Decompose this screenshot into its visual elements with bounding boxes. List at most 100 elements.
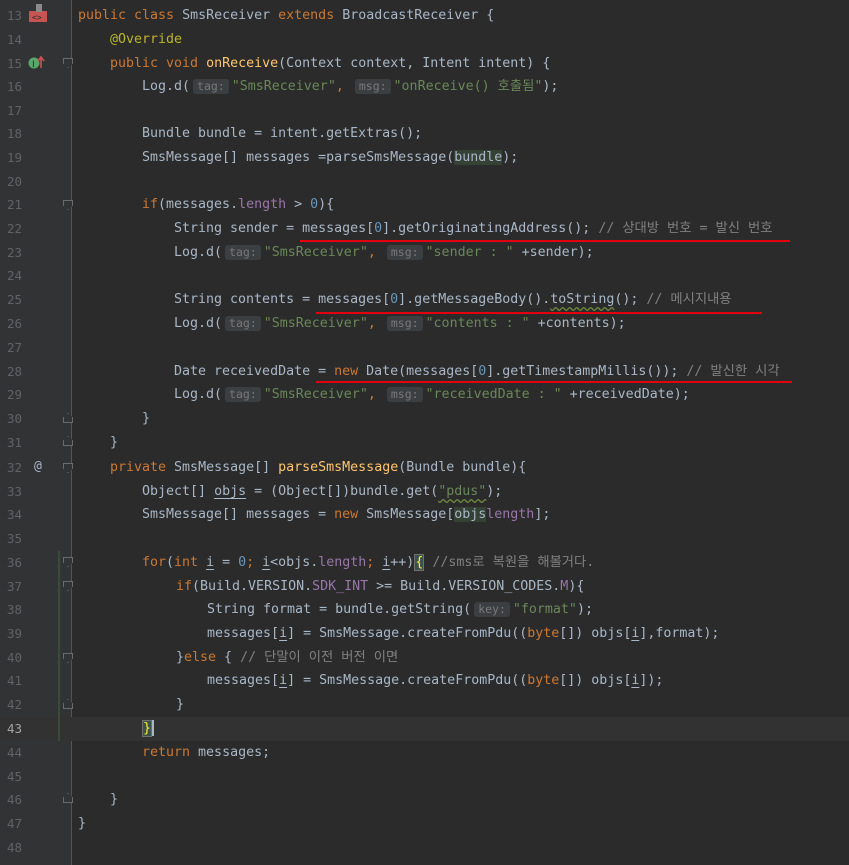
code-line[interactable]: 37 if(Build.VERSION.SDK_INT >= Build.VER… bbox=[0, 575, 849, 599]
code-text[interactable]: public class SmsReceiver extends Broadca… bbox=[78, 4, 494, 28]
line-number: 34 bbox=[6, 507, 22, 522]
code-line[interactable]: 44 return messages; bbox=[0, 741, 849, 765]
code-line[interactable]: 14 @Override bbox=[0, 28, 849, 52]
code-text[interactable]: String format = bundle.getString(key: "fo… bbox=[207, 598, 593, 622]
param-hint: msg: bbox=[386, 316, 423, 331]
code-text[interactable]: if(Build.VERSION.SDK_INT >= Build.VERSIO… bbox=[176, 575, 584, 599]
code-text[interactable]: String sender = messages[0].getOriginati… bbox=[174, 217, 772, 241]
code-line[interactable]: 32 private SmsMessage[] parseSmsMessage(… bbox=[0, 456, 849, 480]
code-line[interactable]: 30 } bbox=[0, 407, 849, 431]
code-line[interactable]: 27 bbox=[0, 336, 849, 360]
code-text[interactable]: SmsMessage[] messages = new SmsMessage[o… bbox=[142, 503, 550, 527]
code-text[interactable]: if(messages.length > 0){ bbox=[142, 193, 334, 217]
code-text[interactable]: messages[i] = SmsMessage.createFromPdu((… bbox=[207, 622, 719, 646]
code-text[interactable]: return messages; bbox=[142, 741, 270, 765]
code-text[interactable]: String contents = messages[0].getMessage… bbox=[174, 288, 732, 312]
line-number: 43 bbox=[6, 721, 22, 736]
code-line[interactable]: 18 Bundle bundle = intent.getExtras(); bbox=[0, 122, 849, 146]
code-text[interactable]: } bbox=[110, 431, 118, 455]
param-hint: msg: bbox=[386, 245, 423, 260]
code-line[interactable]: 17 bbox=[0, 99, 849, 123]
code-line[interactable]: 38 String format = bundle.getString(key:… bbox=[0, 598, 849, 622]
code-line[interactable]: 47 } bbox=[0, 812, 849, 836]
code-line[interactable]: 46 } bbox=[0, 788, 849, 812]
code-text[interactable]: Log.d(tag: "SmsReceiver", msg: "contents :… bbox=[174, 312, 626, 336]
code-line[interactable]: 26 Log.d(tag: "SmsReceiver", msg: "content… bbox=[0, 312, 849, 336]
code-line[interactable]: 25 String contents = messages[0].getMess… bbox=[0, 288, 849, 312]
code-text[interactable]: @Override bbox=[110, 28, 182, 52]
red-annotation-underline bbox=[316, 312, 762, 314]
param-hint: tag: bbox=[225, 245, 261, 260]
param-hint: msg: bbox=[386, 387, 423, 402]
param-hint: key: bbox=[474, 602, 510, 617]
line-number: 31 bbox=[6, 435, 22, 450]
line-number: 39 bbox=[6, 626, 22, 641]
code-line[interactable]: 15 public void onReceive(Context context… bbox=[0, 52, 849, 76]
code-text[interactable]: } bbox=[142, 407, 150, 431]
line-number: 16 bbox=[6, 79, 22, 94]
code-line[interactable]: 23 Log.d(tag: "SmsReceiver", msg: "sender … bbox=[0, 241, 849, 265]
code-text[interactable]: } bbox=[110, 788, 118, 812]
code-text[interactable]: Bundle bundle = intent.getExtras(); bbox=[142, 122, 422, 146]
line-number: 45 bbox=[6, 769, 22, 784]
line-number: 44 bbox=[6, 745, 22, 760]
code-text[interactable]: private SmsMessage[] parseSmsMessage(Bun… bbox=[110, 456, 526, 480]
code-line[interactable]: 33 Object[] objs = (Object[])bundle.get(… bbox=[0, 480, 849, 504]
red-annotation-underline bbox=[316, 381, 792, 383]
code-line[interactable]: 34 SmsMessage[] messages = new SmsMessag… bbox=[0, 503, 849, 527]
param-hint: tag: bbox=[225, 387, 261, 402]
line-number: 20 bbox=[6, 174, 22, 189]
line-number: 14 bbox=[6, 32, 22, 47]
line-number: 17 bbox=[6, 103, 22, 118]
code-text[interactable]: SmsMessage[] messages =parseSmsMessage(b… bbox=[142, 146, 518, 170]
code-line[interactable]: 31 } bbox=[0, 431, 849, 455]
line-number: 38 bbox=[6, 602, 22, 617]
code-text[interactable]: public void onReceive(Context context, I… bbox=[110, 52, 550, 76]
code-editor[interactable]: <> I @ 13 public class SmsReceiver exten… bbox=[0, 0, 849, 865]
line-number: 25 bbox=[6, 292, 22, 307]
line-number: 22 bbox=[6, 221, 22, 236]
line-number: 26 bbox=[6, 316, 22, 331]
code-text[interactable]: }else { // 단말이 이전 버전 이면 bbox=[176, 646, 398, 670]
line-number: 47 bbox=[6, 816, 22, 831]
code-line[interactable]: 45 bbox=[0, 765, 849, 789]
line-number: 36 bbox=[6, 555, 22, 570]
code-text[interactable]: } bbox=[142, 717, 155, 741]
code-line[interactable]: 24 bbox=[0, 264, 849, 288]
code-line[interactable]: 48 bbox=[0, 836, 849, 860]
code-text[interactable]: Object[] objs = (Object[])bundle.get("pd… bbox=[142, 480, 502, 504]
code-text[interactable]: for(int i = 0; i<objs.length; i++){ //sm… bbox=[142, 551, 594, 575]
code-line[interactable]: 13 public class SmsReceiver extends Broa… bbox=[0, 4, 849, 28]
code-line[interactable]: 36 for(int i = 0; i<objs.length; i++){ /… bbox=[0, 551, 849, 575]
code-text[interactable]: Log.d(tag: "SmsReceiver", msg: "receivedDa… bbox=[174, 383, 690, 407]
code-line[interactable]: 35 bbox=[0, 527, 849, 551]
code-line[interactable]: 41 messages[i] = SmsMessage.createFromPd… bbox=[0, 669, 849, 693]
code-line[interactable]: 21 if(messages.length > 0){ bbox=[0, 193, 849, 217]
red-annotation-underline bbox=[300, 240, 790, 242]
line-number: 42 bbox=[6, 697, 22, 712]
line-number: 28 bbox=[6, 364, 22, 379]
code-line[interactable]: 16 Log.d(tag: "SmsReceiver", msg: "onRecei… bbox=[0, 75, 849, 99]
code-line[interactable]: 42 } bbox=[0, 693, 849, 717]
current-code-line[interactable]: 43 } bbox=[0, 717, 849, 741]
code-line[interactable]: 22 String sender = messages[0].getOrigin… bbox=[0, 217, 849, 241]
code-line[interactable]: 40 }else { // 단말이 이전 버전 이면 bbox=[0, 646, 849, 670]
line-number: 29 bbox=[6, 387, 22, 402]
line-number: 33 bbox=[6, 484, 22, 499]
line-number: 15 bbox=[6, 56, 22, 71]
code-line[interactable]: 19 SmsMessage[] messages =parseSmsMessag… bbox=[0, 146, 849, 170]
line-number: 27 bbox=[6, 340, 22, 355]
line-number: 21 bbox=[6, 197, 22, 212]
code-line[interactable]: 39 messages[i] = SmsMessage.createFromPd… bbox=[0, 622, 849, 646]
code-text[interactable]: Log.d(tag: "SmsReceiver", msg: "sender : "… bbox=[174, 241, 594, 265]
param-hint: tag: bbox=[225, 316, 261, 331]
code-text[interactable]: } bbox=[176, 693, 184, 717]
param-hint: tag: bbox=[193, 79, 229, 94]
code-text[interactable]: Log.d(tag: "SmsReceiver", msg: "onReceive(… bbox=[142, 75, 558, 99]
code-line[interactable]: 29 Log.d(tag: "SmsReceiver", msg: "receive… bbox=[0, 383, 849, 407]
param-hint: msg: bbox=[354, 79, 391, 94]
code-text[interactable]: messages[i] = SmsMessage.createFromPdu((… bbox=[207, 669, 663, 693]
code-text[interactable]: } bbox=[78, 812, 86, 836]
line-number: 35 bbox=[6, 531, 22, 546]
code-line[interactable]: 20 bbox=[0, 170, 849, 194]
